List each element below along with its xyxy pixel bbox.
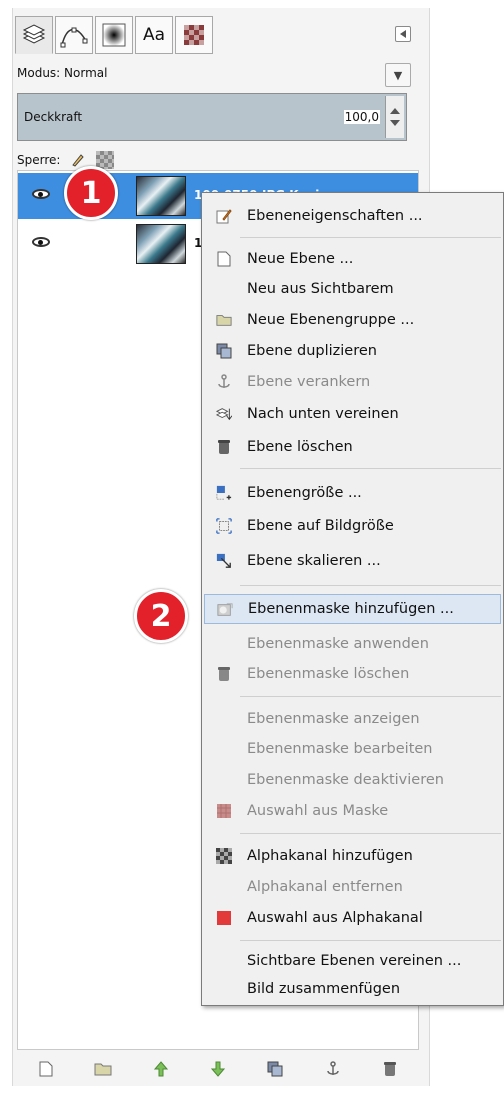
menu-item-remove-alpha-channel[interactable]: Alphakanal entfernen bbox=[204, 872, 501, 902]
arrow-up-icon bbox=[153, 1061, 168, 1077]
paths-icon bbox=[60, 27, 88, 48]
opacity-slider[interactable]: Deckkraft 100,0 bbox=[17, 93, 407, 141]
arrow-down-icon bbox=[210, 1061, 225, 1077]
layer-thumbnail bbox=[136, 176, 186, 216]
menu-item-new-from-visible[interactable]: Neu aus Sichtbarem bbox=[204, 274, 501, 304]
menu-item-delete-layer[interactable]: Ebene löschen bbox=[204, 432, 501, 462]
tab-fonts[interactable]: Aa bbox=[135, 16, 173, 54]
anchor-layer-button[interactable] bbox=[324, 1060, 342, 1078]
mode-dropdown[interactable]: ▼ bbox=[385, 63, 411, 87]
menu-item-edit-layer-mask[interactable]: Ebenenmaske bearbeiten bbox=[204, 734, 501, 764]
anchor-icon bbox=[216, 374, 232, 390]
layers-icon bbox=[22, 24, 46, 44]
pattern-icon bbox=[184, 25, 204, 45]
menu-item-disable-layer-mask[interactable]: Ebenenmaske deaktivieren bbox=[204, 765, 501, 795]
layer-properties-icon bbox=[216, 208, 232, 224]
eye-icon[interactable] bbox=[32, 189, 50, 199]
layers-toolbar bbox=[17, 1054, 419, 1084]
delete-layer-button[interactable] bbox=[381, 1060, 399, 1078]
layer-thumbnail bbox=[136, 224, 186, 264]
folder-icon bbox=[94, 1063, 112, 1076]
tab-patterns[interactable] bbox=[175, 16, 213, 54]
menu-item-show-layer-mask[interactable]: Ebenenmaske anzeigen bbox=[204, 704, 501, 734]
trash-icon bbox=[384, 1062, 397, 1076]
lower-layer-button[interactable] bbox=[209, 1060, 227, 1078]
add-mask-icon bbox=[217, 602, 233, 618]
menu-item-layer-size[interactable]: Ebenengröße ... bbox=[204, 478, 501, 508]
tab-brushes[interactable] bbox=[95, 16, 133, 54]
menu-item-apply-layer-mask[interactable]: Ebenenmaske anwenden bbox=[204, 629, 501, 659]
mode-label: Modus: Normal bbox=[17, 66, 108, 80]
anchor-icon bbox=[327, 1061, 339, 1075]
step-badge-1: 1 bbox=[64, 166, 118, 220]
menu-item-add-alpha-channel[interactable]: Alphakanal hinzufügen bbox=[204, 841, 501, 871]
layer-size-icon bbox=[216, 485, 232, 501]
raise-layer-button[interactable] bbox=[152, 1060, 170, 1078]
merge-down-icon bbox=[216, 406, 232, 422]
context-menu: Ebeneneigenschaften ... Neue Ebene ... N… bbox=[201, 192, 504, 1006]
menu-item-delete-layer-mask[interactable]: Ebenenmaske löschen bbox=[204, 659, 501, 689]
brush-icon bbox=[102, 23, 126, 47]
opacity-value[interactable]: 100,0 bbox=[343, 110, 380, 124]
menu-item-add-layer-mask[interactable]: Ebenenmaske hinzufügen ... bbox=[204, 594, 501, 624]
dock-menu-button[interactable] bbox=[395, 26, 411, 42]
font-icon: Aa bbox=[142, 25, 166, 45]
menu-item-anchor-layer[interactable]: Ebene verankern bbox=[204, 367, 501, 397]
new-layer-icon bbox=[39, 1061, 53, 1077]
menu-item-new-layer-group[interactable]: Neue Ebenengruppe ... bbox=[204, 305, 501, 335]
new-layer-button[interactable] bbox=[37, 1060, 55, 1078]
trash-icon bbox=[216, 439, 232, 455]
menu-item-duplicate-layer[interactable]: Ebene duplizieren bbox=[204, 336, 501, 366]
menu-item-selection-from-alpha[interactable]: Auswahl aus Alphakanal bbox=[204, 903, 501, 933]
menu-item-merge-visible-layers[interactable]: Sichtbare Ebenen vereinen ... bbox=[204, 946, 501, 976]
opacity-label: Deckkraft bbox=[24, 110, 83, 124]
selection-from-alpha-icon bbox=[216, 910, 232, 926]
scale-layer-icon bbox=[216, 553, 232, 569]
chevron-down-icon: ▼ bbox=[393, 68, 403, 82]
menu-item-merge-down[interactable]: Nach unten vereinen bbox=[204, 399, 501, 429]
duplicate-icon bbox=[267, 1061, 283, 1077]
new-layer-icon bbox=[216, 251, 232, 267]
opacity-spinner[interactable] bbox=[385, 96, 404, 138]
step-badge-2: 2 bbox=[134, 589, 188, 643]
selection-from-mask-icon bbox=[216, 803, 232, 819]
tab-paths[interactable] bbox=[55, 16, 93, 54]
menu-item-new-layer[interactable]: Neue Ebene ... bbox=[204, 244, 501, 274]
folder-icon bbox=[216, 312, 232, 328]
trash-icon bbox=[216, 666, 232, 682]
duplicate-icon bbox=[216, 343, 232, 359]
menu-item-scale-layer[interactable]: Ebene skalieren ... bbox=[204, 546, 501, 576]
lock-pixels-icon[interactable] bbox=[70, 152, 86, 168]
menu-item-layer-properties[interactable]: Ebeneneigenschaften ... bbox=[204, 201, 501, 231]
checker-icon bbox=[216, 848, 232, 864]
eye-icon[interactable] bbox=[32, 237, 50, 247]
duplicate-layer-button[interactable] bbox=[266, 1060, 284, 1078]
menu-item-flatten-image[interactable]: Bild zusammenfügen bbox=[204, 974, 501, 1004]
menu-item-selection-from-mask[interactable]: Auswahl aus Maske bbox=[204, 796, 501, 826]
tab-layers[interactable] bbox=[15, 16, 53, 54]
layer-to-image-size-icon bbox=[216, 518, 232, 534]
lock-label: Sperre: bbox=[17, 153, 61, 167]
new-layer-group-button[interactable] bbox=[94, 1060, 112, 1078]
menu-item-layer-to-image-size[interactable]: Ebene auf Bildgröße bbox=[204, 511, 501, 541]
